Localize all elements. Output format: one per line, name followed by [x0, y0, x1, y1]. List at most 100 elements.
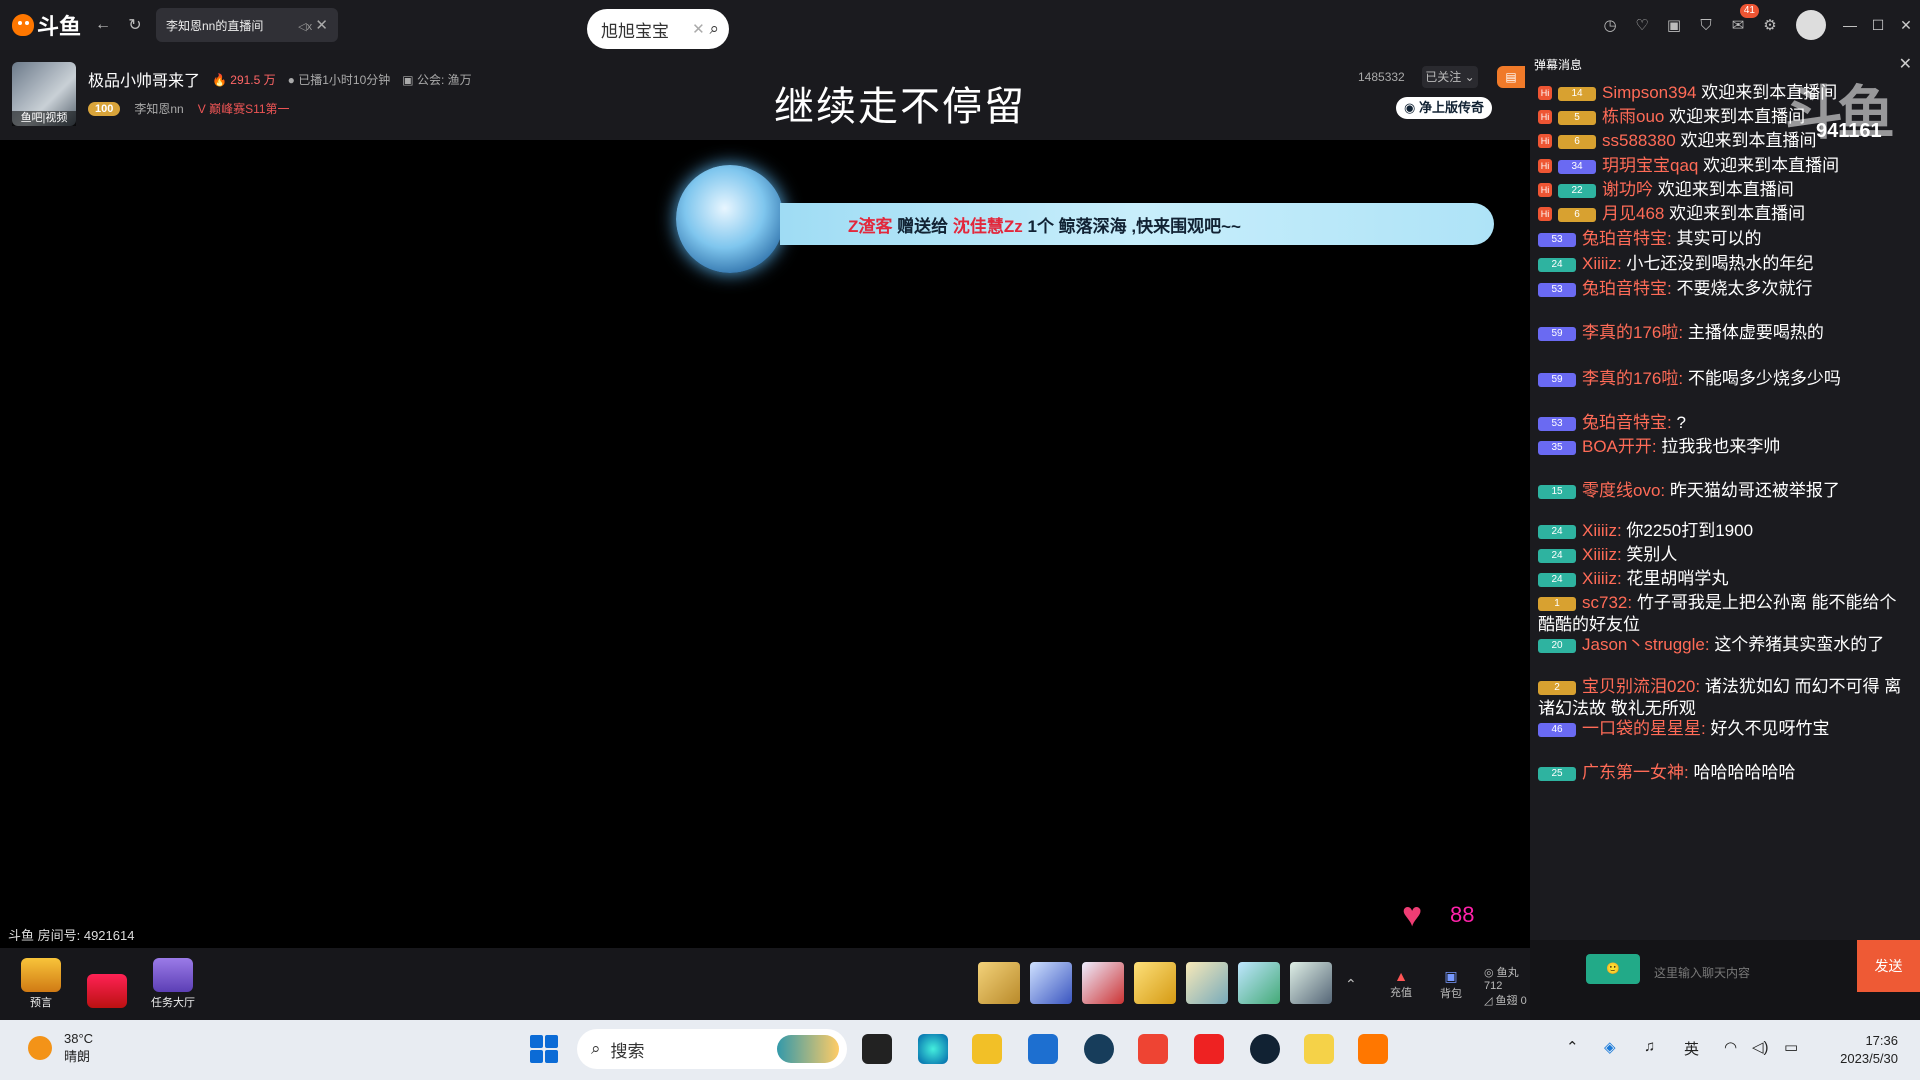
avatar-caption[interactable]: 鱼吧|视频	[12, 111, 76, 126]
user-level-badge: 59	[1538, 327, 1576, 341]
rank-badge[interactable]: V 巅峰赛S11第一	[198, 100, 290, 117]
gift-item[interactable]	[1290, 962, 1332, 1004]
follow-button[interactable]: 已关注 ⌄	[1422, 66, 1478, 88]
chat-username[interactable]: sc732:	[1582, 593, 1632, 612]
chat-input[interactable]: 这里输入聊天内容	[1654, 964, 1750, 981]
microphone-icon[interactable]: ♫	[1644, 1038, 1655, 1055]
chat-username[interactable]: Xiiiiz:	[1582, 254, 1622, 273]
taskbar-search[interactable]: ⌕ 搜索	[577, 1029, 847, 1069]
chat-username[interactable]: BOA开开:	[1582, 437, 1657, 456]
prediction-button[interactable]: 预言	[14, 958, 68, 1010]
settings-icon[interactable]: ⚙	[1759, 14, 1781, 36]
chevron-up-icon[interactable]: ⌃	[1566, 1038, 1579, 1056]
user-level-badge: 34	[1558, 160, 1596, 174]
chat-username[interactable]: 玥玥宝宝qaq	[1602, 156, 1698, 175]
steam-icon[interactable]	[1084, 1034, 1114, 1064]
chat-username[interactable]: 兔珀音特宝:	[1582, 413, 1672, 432]
weather-widget[interactable]: 38°C 晴朗	[28, 1030, 93, 1066]
gift-item[interactable]	[1186, 962, 1228, 1004]
clock[interactable]: 17:36 2023/5/30	[1818, 1032, 1898, 1068]
chat-username[interactable]: 李真的176啦:	[1582, 369, 1683, 388]
gift-box-button[interactable]	[80, 958, 134, 1010]
douyu-app-icon[interactable]	[1358, 1034, 1388, 1064]
message-icon[interactable]: ✉ 41	[1727, 4, 1759, 36]
chat-username[interactable]: Xiiiiz:	[1582, 569, 1622, 588]
app-icon[interactable]	[1304, 1034, 1334, 1064]
chat-message: 53 兔珀音特宝: 不要烧太多次就行	[1538, 278, 1912, 300]
start-icon[interactable]	[530, 1035, 558, 1063]
chat-toggle-button[interactable]: ▤	[1497, 66, 1525, 88]
tab-barrage[interactable]: 弹幕消息	[1534, 56, 1582, 73]
task-view-icon[interactable]	[862, 1034, 892, 1064]
explorer-icon[interactable]	[972, 1034, 1002, 1064]
chat-username[interactable]: 宝贝别流泪020:	[1582, 677, 1700, 696]
chat-text: 拉我我也来李帅	[1661, 437, 1781, 456]
chat-message: 53 兔珀音特宝: ?	[1538, 412, 1912, 434]
shirt-icon[interactable]: ⛉	[1695, 14, 1717, 36]
chat-username[interactable]: 月见468	[1602, 204, 1664, 223]
history-icon[interactable]: ◷	[1599, 14, 1621, 36]
task-icon[interactable]: ▣	[1663, 14, 1685, 36]
chat-username[interactable]: 一口袋的星星星:	[1582, 719, 1706, 738]
app-icon[interactable]	[1138, 1034, 1168, 1064]
gift-item[interactable]	[1082, 962, 1124, 1004]
live-time: ● 已播1小时10分钟	[287, 73, 391, 87]
chat-message: Hi 14 Simpson394 欢迎来到本直播间	[1538, 82, 1912, 104]
close-icon[interactable]: ✕	[315, 17, 328, 34]
app-icon[interactable]	[1250, 1034, 1280, 1064]
chat-username[interactable]: Xiiiiz:	[1582, 521, 1622, 540]
back-icon[interactable]: ←	[92, 14, 114, 36]
close-icon[interactable]: ✕	[692, 21, 705, 38]
chat-username[interactable]: 广东第一女神:	[1582, 763, 1689, 782]
volume-icon[interactable]: ◁)	[1752, 1038, 1769, 1056]
chat-username[interactable]: Xiiiiz:	[1582, 545, 1622, 564]
gift-banner[interactable]: Z渣客 赠送给 沈佳慧Zz 1个 鲸落深海 ,快来围观吧~~	[780, 203, 1494, 245]
gift-item[interactable]	[1134, 962, 1176, 1004]
favorite-icon[interactable]: ♡	[1631, 14, 1653, 36]
search-icon[interactable]: ⌕	[709, 19, 719, 38]
app-tray-icon[interactable]: ◈	[1604, 1038, 1616, 1056]
chat-username[interactable]: Jason丶struggle:	[1582, 635, 1710, 654]
wifi-icon[interactable]: ◠	[1724, 1038, 1737, 1056]
gift-item[interactable]	[1238, 962, 1280, 1004]
gift-item[interactable]	[978, 962, 1020, 1004]
chat-username[interactable]: ss588380	[1602, 131, 1676, 150]
refresh-icon[interactable]: ↻	[124, 14, 146, 36]
tab-search[interactable]: 旭旭宝宝 ✕ ⌕	[587, 9, 729, 49]
chat-username[interactable]: 零度线ovo:	[1582, 481, 1665, 500]
mute-icon[interactable]: ◁x	[298, 21, 312, 33]
ime-indicator[interactable]: 英	[1684, 1038, 1699, 1059]
close-window-icon[interactable]: ✕	[1892, 17, 1920, 34]
bag-button[interactable]: ▣ 背包	[1436, 968, 1466, 1001]
anchor-avatar[interactable]: 鱼吧|视频	[12, 62, 76, 126]
task-hall-button[interactable]: 任务大厅	[146, 958, 200, 1010]
close-icon[interactable]: ✕	[1899, 54, 1912, 74]
send-button[interactable]: 发送	[1857, 940, 1920, 992]
expand-gifts-icon[interactable]: ⌃	[1345, 976, 1357, 993]
netease-music-icon[interactable]	[1194, 1034, 1224, 1064]
edge-icon[interactable]	[918, 1034, 948, 1064]
user-avatar[interactable]	[1796, 10, 1826, 40]
video-player[interactable]: Z渣客 赠送给 沈佳慧Zz 1个 鲸落深海 ,快来围观吧~~ 斗鱼 房间号: 4…	[0, 140, 1530, 948]
guild[interactable]: ▣ 公会: 渔万	[402, 71, 471, 88]
minimize-icon[interactable]: —	[1836, 17, 1864, 33]
chat-message: Hi 22 谢功吟 欢迎来到本直播间	[1538, 179, 1912, 201]
battery-icon[interactable]: ▭	[1784, 1038, 1798, 1056]
mail-icon[interactable]	[1028, 1034, 1058, 1064]
emoji-button[interactable]: 🙂	[1586, 954, 1640, 984]
chat-username[interactable]: 兔珀音特宝:	[1582, 229, 1672, 248]
heart-icon[interactable]: ♥	[1402, 898, 1436, 932]
tab-live-room[interactable]: 李知恩nn的直播间 ◁x ✕	[156, 8, 338, 42]
chat-username[interactable]: 栋雨ouo	[1602, 107, 1664, 126]
sponsor-badge[interactable]: ◉ 净上版传奇	[1396, 97, 1492, 119]
anchor-name[interactable]: 李知恩nn	[134, 100, 183, 117]
douyu-logo[interactable]: 斗鱼	[12, 10, 82, 40]
chat-username[interactable]: 兔珀音特宝:	[1582, 279, 1672, 298]
gift-item[interactable]	[1030, 962, 1072, 1004]
recharge-button[interactable]: ▲ 充值	[1386, 968, 1416, 1000]
welcome-icon: Hi	[1538, 159, 1552, 173]
chat-username[interactable]: 谢功吟	[1602, 180, 1653, 199]
maximize-icon[interactable]: ☐	[1864, 17, 1892, 34]
chat-username[interactable]: 李真的176啦:	[1582, 323, 1683, 342]
chat-username[interactable]: Simpson394	[1602, 83, 1697, 102]
